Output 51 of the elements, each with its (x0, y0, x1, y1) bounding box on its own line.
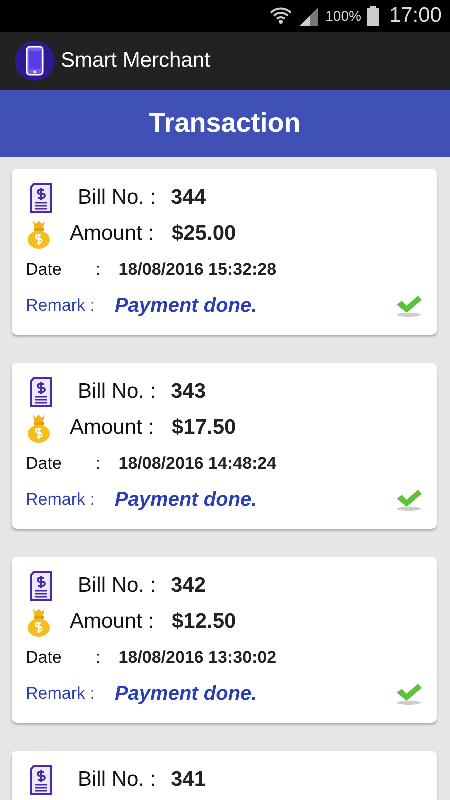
date-label: Date (26, 260, 63, 280)
date-value: 18/08/2016 15:32:28 (118, 260, 277, 280)
checkmark-icon (395, 488, 423, 512)
bill-icon (28, 376, 54, 408)
battery-icon (367, 6, 380, 26)
amount-value: $12.50 (172, 610, 236, 634)
date-value: 18/08/2016 14:48:24 (118, 454, 277, 474)
amount-label: Amount : (70, 222, 156, 246)
page-title: Transaction (149, 108, 301, 139)
amount-label: Amount : (70, 416, 156, 440)
remark-text: Payment done. (114, 488, 258, 512)
transaction-card[interactable]: Bill No. : 341 (12, 751, 437, 800)
bill-icon (28, 764, 54, 796)
bill-label: Bill No. : (78, 380, 158, 404)
bill-number: 343 (171, 380, 206, 404)
remark-text: Payment done. (114, 294, 258, 318)
amount-value: $17.50 (172, 416, 236, 440)
bill-number: 341 (171, 768, 206, 792)
checkmark-icon (395, 682, 423, 706)
bill-number: 344 (171, 186, 206, 210)
date-label: Date (26, 454, 63, 474)
money-bag-icon (26, 607, 52, 637)
date-label: Date (26, 648, 63, 668)
money-bag-icon (26, 413, 52, 443)
signal-icon (298, 6, 320, 26)
date-separator: : (96, 454, 101, 474)
bill-label: Bill No. : (78, 768, 158, 792)
bill-label: Bill No. : (78, 186, 158, 210)
transaction-card[interactable]: Bill No. : 342 Amount : $12.50 Date : 18/08/2016 13:30:02 Remark : Payment done. (12, 557, 437, 723)
date-separator: : (96, 260, 101, 280)
amount-label: Amount : (70, 610, 156, 634)
app-logo-icon (15, 41, 55, 81)
checkmark-icon (395, 294, 423, 318)
remark-label: Remark : (26, 490, 95, 510)
bill-label: Bill No. : (78, 574, 158, 598)
remark-label: Remark : (26, 684, 95, 704)
bill-icon (28, 570, 54, 602)
date-separator: : (96, 648, 101, 668)
date-value: 18/08/2016 13:30:02 (118, 648, 277, 668)
app-title: Smart Merchant (61, 49, 210, 73)
transaction-card[interactable]: Bill No. : 343 Amount : $17.50 Date : 18/08/2016 14:48:24 Remark : Payment done. (12, 363, 437, 529)
transaction-card[interactable]: Bill No. : 344 Amount : $25.00 Date : 18/08/2016 15:32:28 Remark : Payment done. (12, 169, 437, 335)
bill-icon (28, 182, 54, 214)
clock: 17:00 (389, 4, 442, 28)
battery-level: 100% (326, 8, 362, 24)
wifi-icon (270, 6, 292, 26)
bill-number: 342 (171, 574, 206, 598)
money-bag-icon (26, 219, 52, 249)
remark-label: Remark : (26, 296, 95, 316)
amount-value: $25.00 (172, 222, 236, 246)
remark-text: Payment done. (114, 682, 258, 706)
